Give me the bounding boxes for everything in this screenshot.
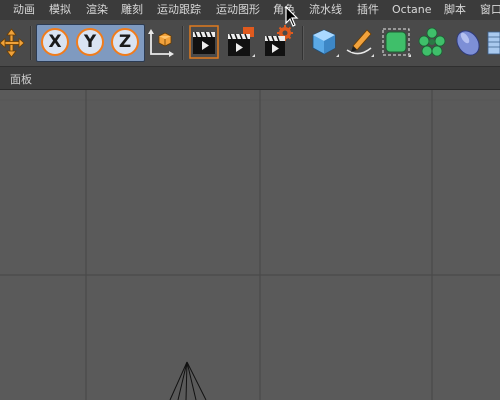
menu-animation[interactable]: 动画	[13, 3, 35, 17]
deformer-button[interactable]	[452, 24, 484, 60]
x-axis-lock-button[interactable]: X	[41, 28, 69, 56]
menu-mograph[interactable]: 运动图形	[216, 3, 260, 17]
y-axis-label: Y	[83, 32, 97, 52]
render-view-icon	[189, 25, 219, 59]
world-coordinates-icon	[148, 29, 174, 57]
menu-sculpt[interactable]: 雕刻	[121, 3, 143, 17]
z-axis-lock-button[interactable]: Z	[111, 28, 139, 56]
coordinate-system-button[interactable]	[145, 24, 177, 60]
cube-icon	[312, 29, 339, 57]
menu-window[interactable]: 窗口	[480, 3, 500, 17]
menu-script[interactable]: 脚本	[444, 3, 466, 17]
mouse-cursor-icon	[285, 6, 299, 27]
render-view-button[interactable]	[188, 24, 220, 60]
render-settings-icon	[265, 25, 293, 56]
menu-octane[interactable]: Octane	[392, 3, 432, 17]
menu-motion-tracking[interactable]: 运动跟踪	[157, 3, 201, 17]
floor-button[interactable]	[486, 24, 500, 60]
panel-menu[interactable]: 面板	[10, 71, 32, 87]
axis-lock-group: X Y Z	[36, 24, 145, 62]
y-axis-lock-button[interactable]: Y	[76, 28, 104, 56]
floor-icon	[487, 31, 500, 55]
cloner-button[interactable]	[416, 24, 448, 60]
menu-pipeline[interactable]: 流水线	[309, 3, 342, 17]
render-picture-viewer-icon	[228, 27, 255, 57]
subdivision-icon	[382, 28, 411, 57]
wireframe-object	[169, 361, 207, 400]
toolbar-separator	[30, 26, 32, 60]
cube-object-button[interactable]	[308, 24, 340, 60]
toolbar: X Y Z	[0, 20, 500, 67]
z-axis-label: Z	[118, 32, 132, 52]
render-picture-viewer-button[interactable]	[225, 24, 257, 60]
pen-tool-button[interactable]	[343, 24, 375, 60]
x-axis-label: X	[48, 32, 62, 52]
move-icon	[0, 28, 25, 58]
deformer-icon	[456, 30, 480, 56]
move-tool-button[interactable]	[0, 24, 26, 60]
viewport[interactable]	[0, 90, 500, 400]
render-settings-button[interactable]	[262, 24, 294, 60]
menu-bar: 动画 模拟 渲染 雕刻 运动跟踪 运动图形 角色 流水线 插件 Octane 脚…	[0, 0, 500, 20]
viewport-panel-bar: 面板	[0, 67, 500, 90]
menu-plugins[interactable]: 插件	[357, 3, 379, 17]
menu-simulate[interactable]: 模拟	[49, 3, 71, 17]
toolbar-separator	[182, 26, 184, 60]
cloner-icon	[418, 27, 446, 57]
menu-render[interactable]: 渲染	[86, 3, 108, 17]
viewport-grid	[0, 90, 500, 400]
toolbar-separator	[302, 26, 304, 60]
subdivision-surface-button[interactable]	[380, 24, 412, 60]
pen-spline-icon	[346, 29, 374, 57]
